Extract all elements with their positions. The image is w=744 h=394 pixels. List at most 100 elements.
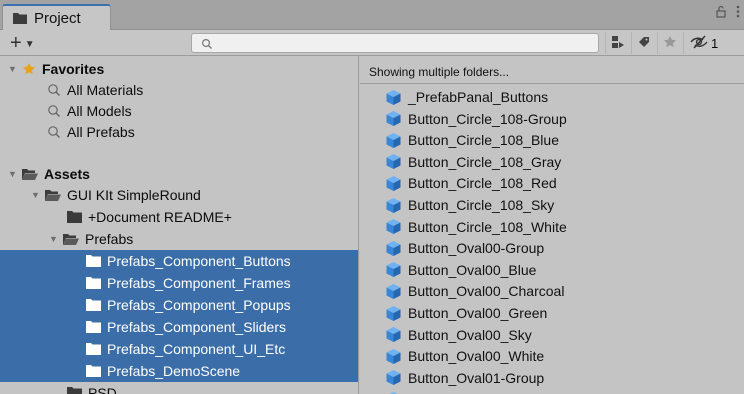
tree-item-all-prefabs[interactable]: All Prefabs [0,121,358,143]
asset-item[interactable]: Button_Oval01_Blue [385,388,536,394]
prefab-cube-icon [385,175,402,192]
lock-icon[interactable] [716,5,726,21]
search-by-type-button[interactable] [605,32,629,54]
tree-item-label: All Prefabs [67,124,135,140]
asset-item-label: Button_Oval00_White [408,348,545,365]
folder-icon [86,365,101,377]
tab-bar: Project [0,0,744,31]
asset-item[interactable]: Button_Oval00_Blue [385,259,536,281]
search-icon [201,37,213,53]
star-icon [22,62,36,76]
tree-item-prefabs-component-sliders[interactable]: Prefabs_Component_Sliders [0,316,358,338]
asset-item[interactable]: Button_Circle_108_Red [385,172,557,194]
favorites-filter-button[interactable] [657,32,681,54]
prefab-cube-icon [385,240,402,257]
asset-item[interactable]: Button_Circle_108_Blue [385,129,559,151]
asset-item[interactable]: Button_Oval00_Sky [385,324,532,346]
search-by-label-button[interactable] [631,32,655,54]
folder-icon [67,211,82,223]
asset-item-label: Button_Circle_108_Blue [408,132,559,149]
prefab-cube-icon [385,261,402,278]
tree-item-prefabs-component-ui-etc[interactable]: Prefabs_Component_UI_Etc [0,338,358,360]
tree-item-psd[interactable]: PSD [0,382,358,394]
expand-arrow-icon[interactable]: ▼ [8,169,18,179]
shapes-filter-icon [611,35,625,52]
tree-item-assets[interactable]: ▼ Assets [0,163,358,185]
tree-item-label: Favorites [42,61,105,77]
asset-item[interactable]: Button_Circle_108_Gray [385,151,561,173]
asset-item[interactable]: Button_Oval00_Green [385,302,547,324]
plus-icon: + [10,32,22,54]
folder-tree: ▼ Favorites All Materials All Models All… [0,56,359,394]
prefab-cube-icon [385,348,402,365]
asset-item-label: Button_Circle_108_White [408,218,567,235]
tree-item-prefabs-component-popups[interactable]: Prefabs_Component_Popups [0,294,358,316]
tree-item-label: Prefabs [85,231,134,247]
search-icon [47,104,61,118]
more-options-icon[interactable] [736,5,740,21]
asset-item[interactable]: Button_Oval01-Group [385,367,544,389]
asset-item-label: Button_Oval00_Charcoal [408,283,565,300]
tree-item-all-models[interactable]: All Models [0,100,358,122]
prefab-cube-icon [385,110,402,127]
prefab-cube-icon [385,369,402,386]
prefab-cube-icon [385,89,402,106]
folder-open-icon [63,233,79,246]
folder-open-icon [45,189,61,202]
asset-item-label: _PrefabPanal_Buttons [408,89,549,105]
prefab-cube-icon [385,305,402,322]
asset-item[interactable]: _PrefabPanal_Buttons [385,86,548,108]
asset-item[interactable]: Button_Circle_108_Sky [385,194,554,216]
asset-item[interactable]: Button_Oval00-Group [385,237,544,259]
tree-item-label: PSD [88,385,117,394]
asset-item[interactable]: Button_Circle_108-Group [385,108,567,130]
expand-arrow-icon[interactable]: ▼ [8,64,18,74]
tree-item-label: Prefabs_DemoScene [107,363,241,379]
tab-actions [716,5,740,21]
folder-open-icon [22,168,38,181]
asset-item[interactable]: Button_Oval00_Charcoal [385,280,564,302]
folder-icon [86,343,101,355]
search-icon [47,83,61,97]
toolbar: + ▼ 1 [0,30,744,56]
asset-item[interactable]: Button_Oval00_White [385,345,544,367]
hidden-count: 1 [711,35,719,51]
tree-item-readme[interactable]: +Document README+ [0,206,358,228]
search-input[interactable] [191,33,599,53]
tree-item-favorites[interactable]: ▼ Favorites [0,58,358,80]
tree-item-label: All Materials [67,82,144,98]
tree-item-all-materials[interactable]: All Materials [0,79,358,101]
tab-project[interactable]: Project [2,4,111,31]
tree-item-label: All Models [67,103,132,119]
asset-item-label: Button_Oval00_Blue [408,261,537,278]
expand-arrow-icon[interactable]: ▼ [49,234,59,244]
prefab-cube-icon [385,153,402,170]
tree-item-prefabs-component-buttons[interactable]: Prefabs_Component_Buttons [0,250,358,272]
asset-item-label: Button_Circle_108-Group [408,110,567,127]
folder-icon [86,277,101,289]
tree-item-prefabs[interactable]: ▼ Prefabs [0,228,358,250]
tree-item-label: Assets [44,166,90,182]
tree-item-label: GUI KIt SimpleRound [67,187,201,203]
folder-icon [86,321,101,333]
create-button[interactable]: + ▼ [10,32,35,54]
prefab-cube-icon [385,197,402,214]
asset-item[interactable]: Button_Circle_108_White [385,216,567,238]
tree-item-prefabs-demoscene[interactable]: Prefabs_DemoScene [0,360,358,382]
tree-item-prefabs-component-frames[interactable]: Prefabs_Component_Frames [0,272,358,294]
folder-path-header: Showing multiple folders... [360,60,744,84]
hidden-packages-toggle[interactable]: 1 [683,32,743,54]
tree-item-label: Prefabs_Component_UI_Etc [107,341,286,357]
asset-item-label: Button_Oval00_Green [408,305,548,321]
expand-arrow-icon[interactable]: ▼ [31,190,41,200]
folder-icon [13,11,27,27]
asset-list-panel: Showing multiple folders... _PrefabPanal… [360,56,744,394]
tab-label: Project [34,10,81,27]
prefab-cube-icon [385,283,402,300]
chevron-down-icon: ▼ [24,38,35,50]
tree-item-gui-kit[interactable]: ▼ GUI KIt SimpleRound [0,184,358,206]
tree-item-label: Prefabs_Component_Sliders [107,319,286,335]
asset-item-label: Button_Circle_108_Gray [408,153,562,170]
asset-item-label: Button_Circle_108_Red [408,175,557,192]
search-icon [47,125,61,139]
